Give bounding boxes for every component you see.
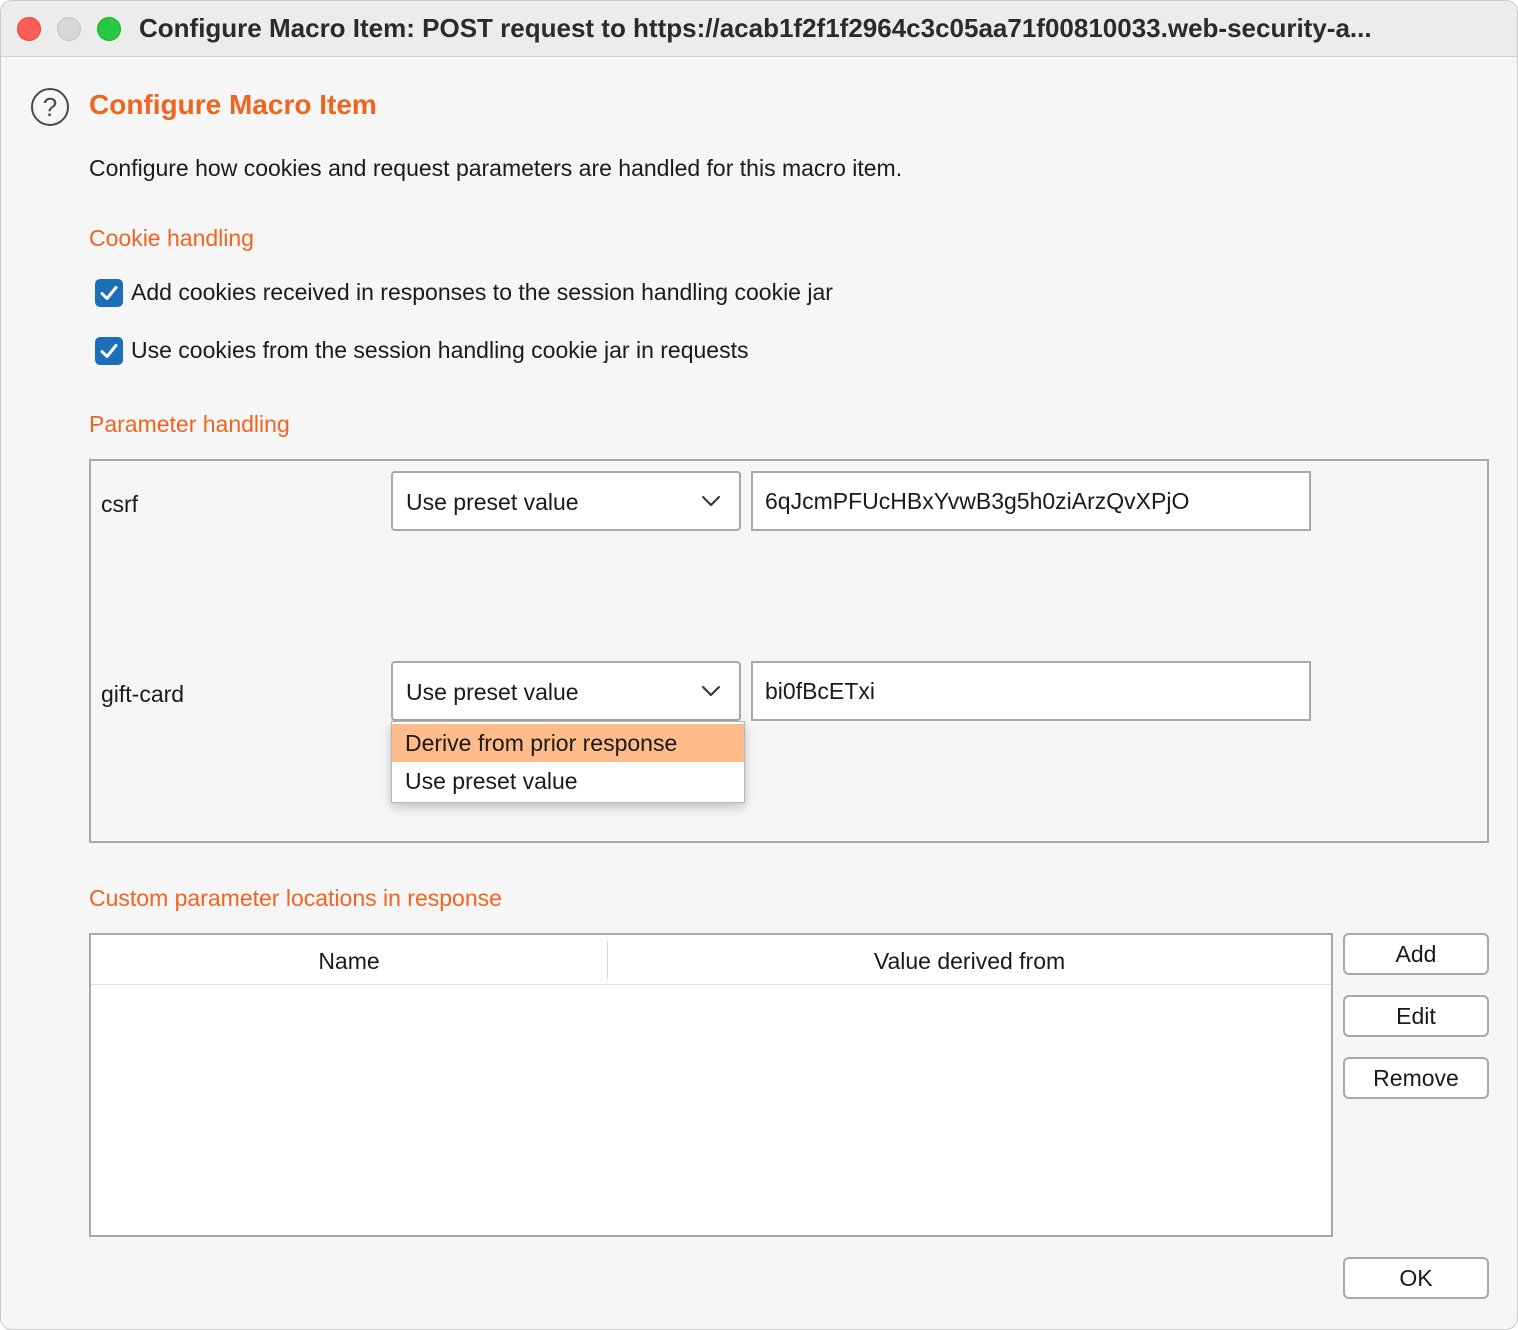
add-cookies-checkbox[interactable]	[95, 279, 123, 307]
checkmark-icon	[100, 286, 118, 300]
add-button[interactable]: Add	[1343, 933, 1489, 975]
checkmark-icon	[100, 344, 118, 358]
page-title: Configure Macro Item	[89, 89, 377, 120]
dropdown-option-derive[interactable]: Derive from prior response	[392, 724, 744, 762]
window-title: Configure Macro Item: POST request to ht…	[139, 13, 1372, 43]
gift-card-value-field[interactable]: bi0fBcETxi	[751, 661, 1311, 721]
edit-button[interactable]: Edit	[1343, 995, 1489, 1037]
help-icon[interactable]: ?	[31, 88, 69, 126]
minimize-window-button[interactable]	[57, 17, 81, 41]
table-header: Name Value derived from	[91, 935, 1331, 985]
cookie-handling-title: Cookie handling	[89, 225, 254, 251]
use-cookies-checkbox[interactable]	[95, 337, 123, 365]
param-name-gift-card: gift-card	[101, 681, 185, 707]
title-bar: Configure Macro Item: POST request to ht…	[1, 1, 1517, 57]
column-header-name[interactable]: Name	[91, 935, 607, 985]
csrf-mode-select[interactable]: Use preset value	[391, 471, 741, 531]
custom-locations-table[interactable]: Name Value derived from	[89, 933, 1333, 1237]
use-cookies-label: Use cookies from the session handling co…	[131, 337, 749, 363]
csrf-mode-value: Use preset value	[406, 489, 579, 515]
parameter-handling-title: Parameter handling	[89, 411, 290, 437]
page-description: Configure how cookies and request parame…	[89, 155, 903, 181]
add-cookies-label: Add cookies received in responses to the…	[131, 279, 833, 305]
mode-dropdown-menu: Derive from prior response Use preset va…	[391, 721, 745, 803]
configure-macro-item-window: Configure Macro Item: POST request to ht…	[0, 0, 1518, 1330]
ok-button[interactable]: OK	[1343, 1257, 1489, 1299]
gift-card-value-text: bi0fBcETxi	[765, 678, 875, 704]
close-window-button[interactable]	[17, 17, 41, 41]
csrf-value-text: 6qJcmPFUcHBxYvwB3g5h0ziArzQvXPjO	[765, 488, 1190, 514]
remove-button[interactable]: Remove	[1343, 1057, 1489, 1099]
gift-card-mode-value: Use preset value	[406, 679, 579, 705]
maximize-window-button[interactable]	[97, 17, 121, 41]
custom-locations-title: Custom parameter locations in response	[89, 885, 502, 911]
param-name-csrf: csrf	[101, 491, 139, 517]
column-header-value-derived-from[interactable]: Value derived from	[608, 935, 1331, 985]
parameter-handling-panel: csrf Use preset value 6qJcmPFUcHBxYvwB3g…	[89, 459, 1489, 843]
csrf-value-field[interactable]: 6qJcmPFUcHBxYvwB3g5h0ziArzQvXPjO	[751, 471, 1311, 531]
chevron-down-icon	[702, 686, 720, 696]
gift-card-mode-select[interactable]: Use preset value	[391, 661, 741, 721]
dropdown-option-preset[interactable]: Use preset value	[392, 762, 744, 800]
chevron-down-icon	[702, 496, 720, 506]
